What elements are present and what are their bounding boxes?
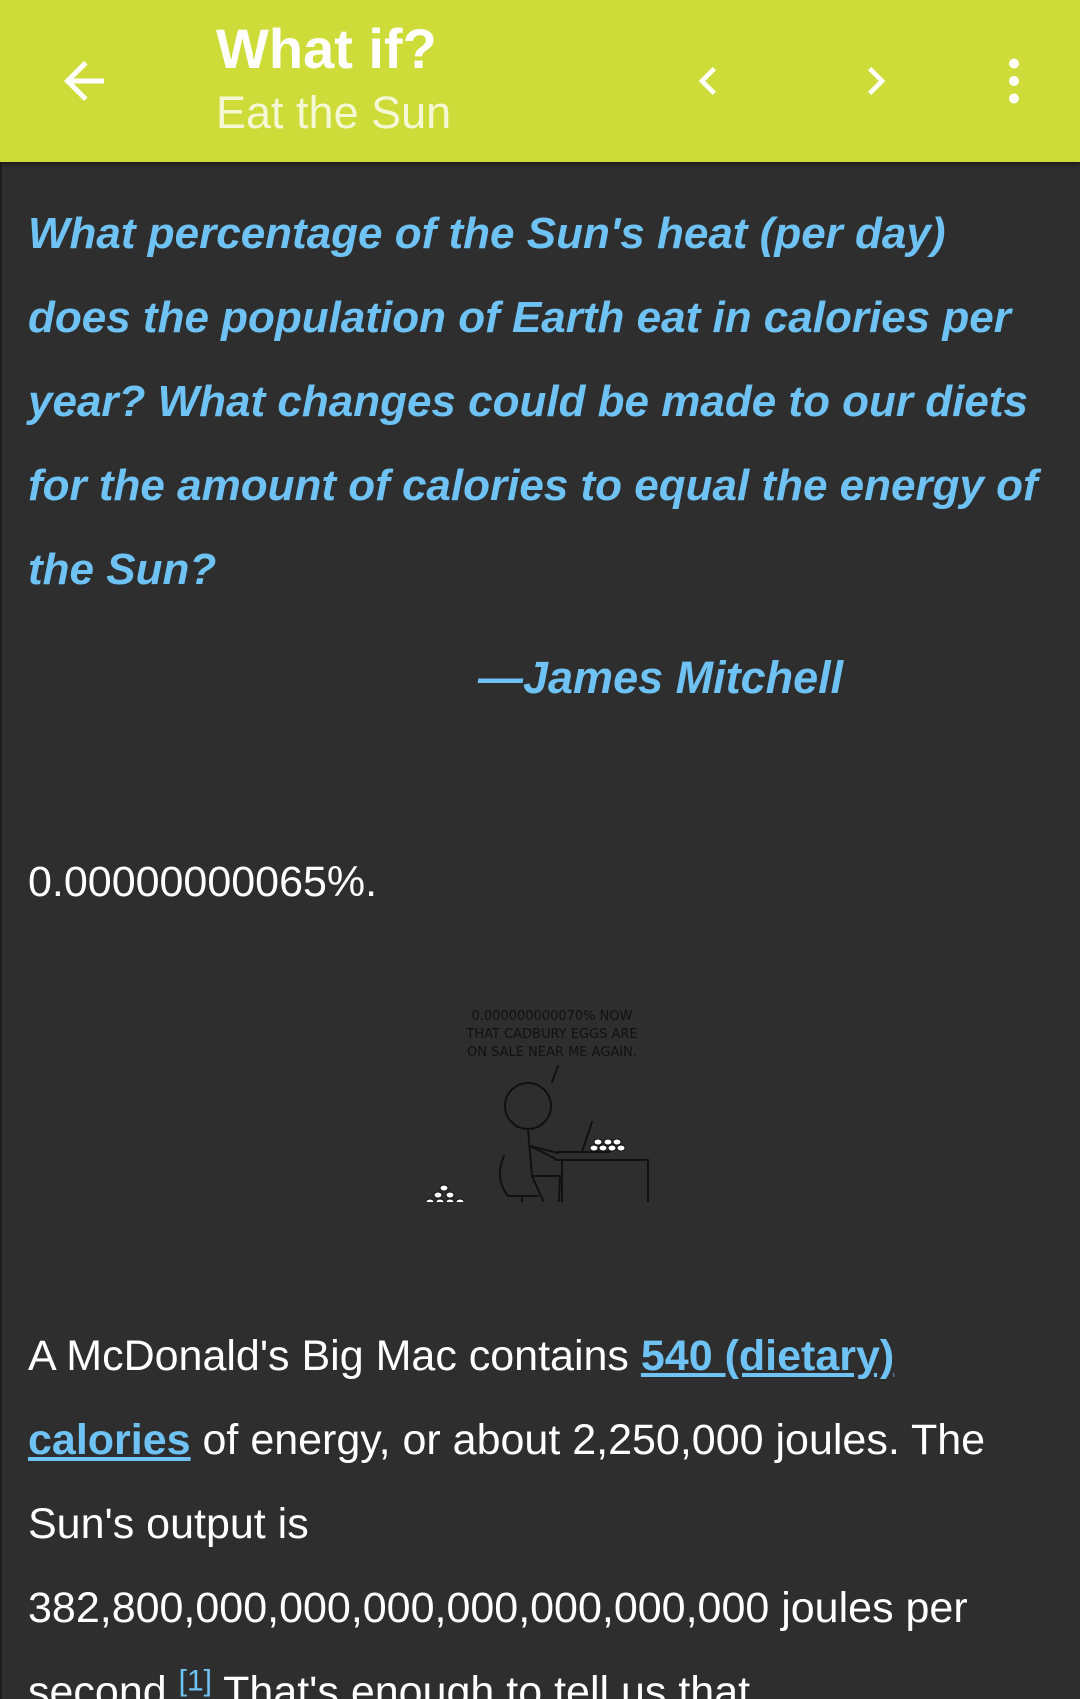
reader-question: What percentage of the Sun's heat (per d… xyxy=(28,209,1038,594)
overflow-menu-button[interactable] xyxy=(966,33,1062,129)
arrow-left-icon xyxy=(64,61,104,101)
app-bar: What if? Eat the Sun xyxy=(0,0,1080,162)
title-block: What if? Eat the Sun xyxy=(216,14,451,142)
answer-text: 0.00000000065%. xyxy=(28,858,378,906)
chevron-right-icon xyxy=(868,67,886,95)
comic-illustration: 0.000000000070% NOW THAT CADBURY EGGS AR… xyxy=(425,1009,649,1202)
article-paragraph: A McDonald's Big Mac contains 540 (dieta… xyxy=(28,1314,1058,1699)
paragraph-text-3: That's enough to tell us that xyxy=(211,1668,751,1699)
more-vertical-icon xyxy=(1009,58,1019,104)
paragraph-text-1: A McDonald's Big Mac contains xyxy=(28,1332,641,1380)
chevron-left-icon xyxy=(698,67,716,95)
footnote-link[interactable]: [1] xyxy=(179,1665,212,1698)
next-article-button[interactable] xyxy=(828,33,924,129)
comic-caption-line-2: THAT CADBURY EGGS ARE xyxy=(465,1027,637,1042)
question-attribution: —James Mitchell xyxy=(478,652,844,703)
article-title: Eat the Sun xyxy=(216,87,452,138)
comic-caption-line-3: ON SALE NEAR ME AGAIN. xyxy=(467,1045,637,1060)
app-title: What if? xyxy=(216,17,437,80)
previous-article-button[interactable] xyxy=(660,33,756,129)
article-content[interactable]: What percentage of the Sun's heat (per d… xyxy=(0,162,1080,1699)
back-button[interactable] xyxy=(36,33,132,129)
comic-caption-line-1: 0.000000000070% NOW xyxy=(472,1009,633,1024)
